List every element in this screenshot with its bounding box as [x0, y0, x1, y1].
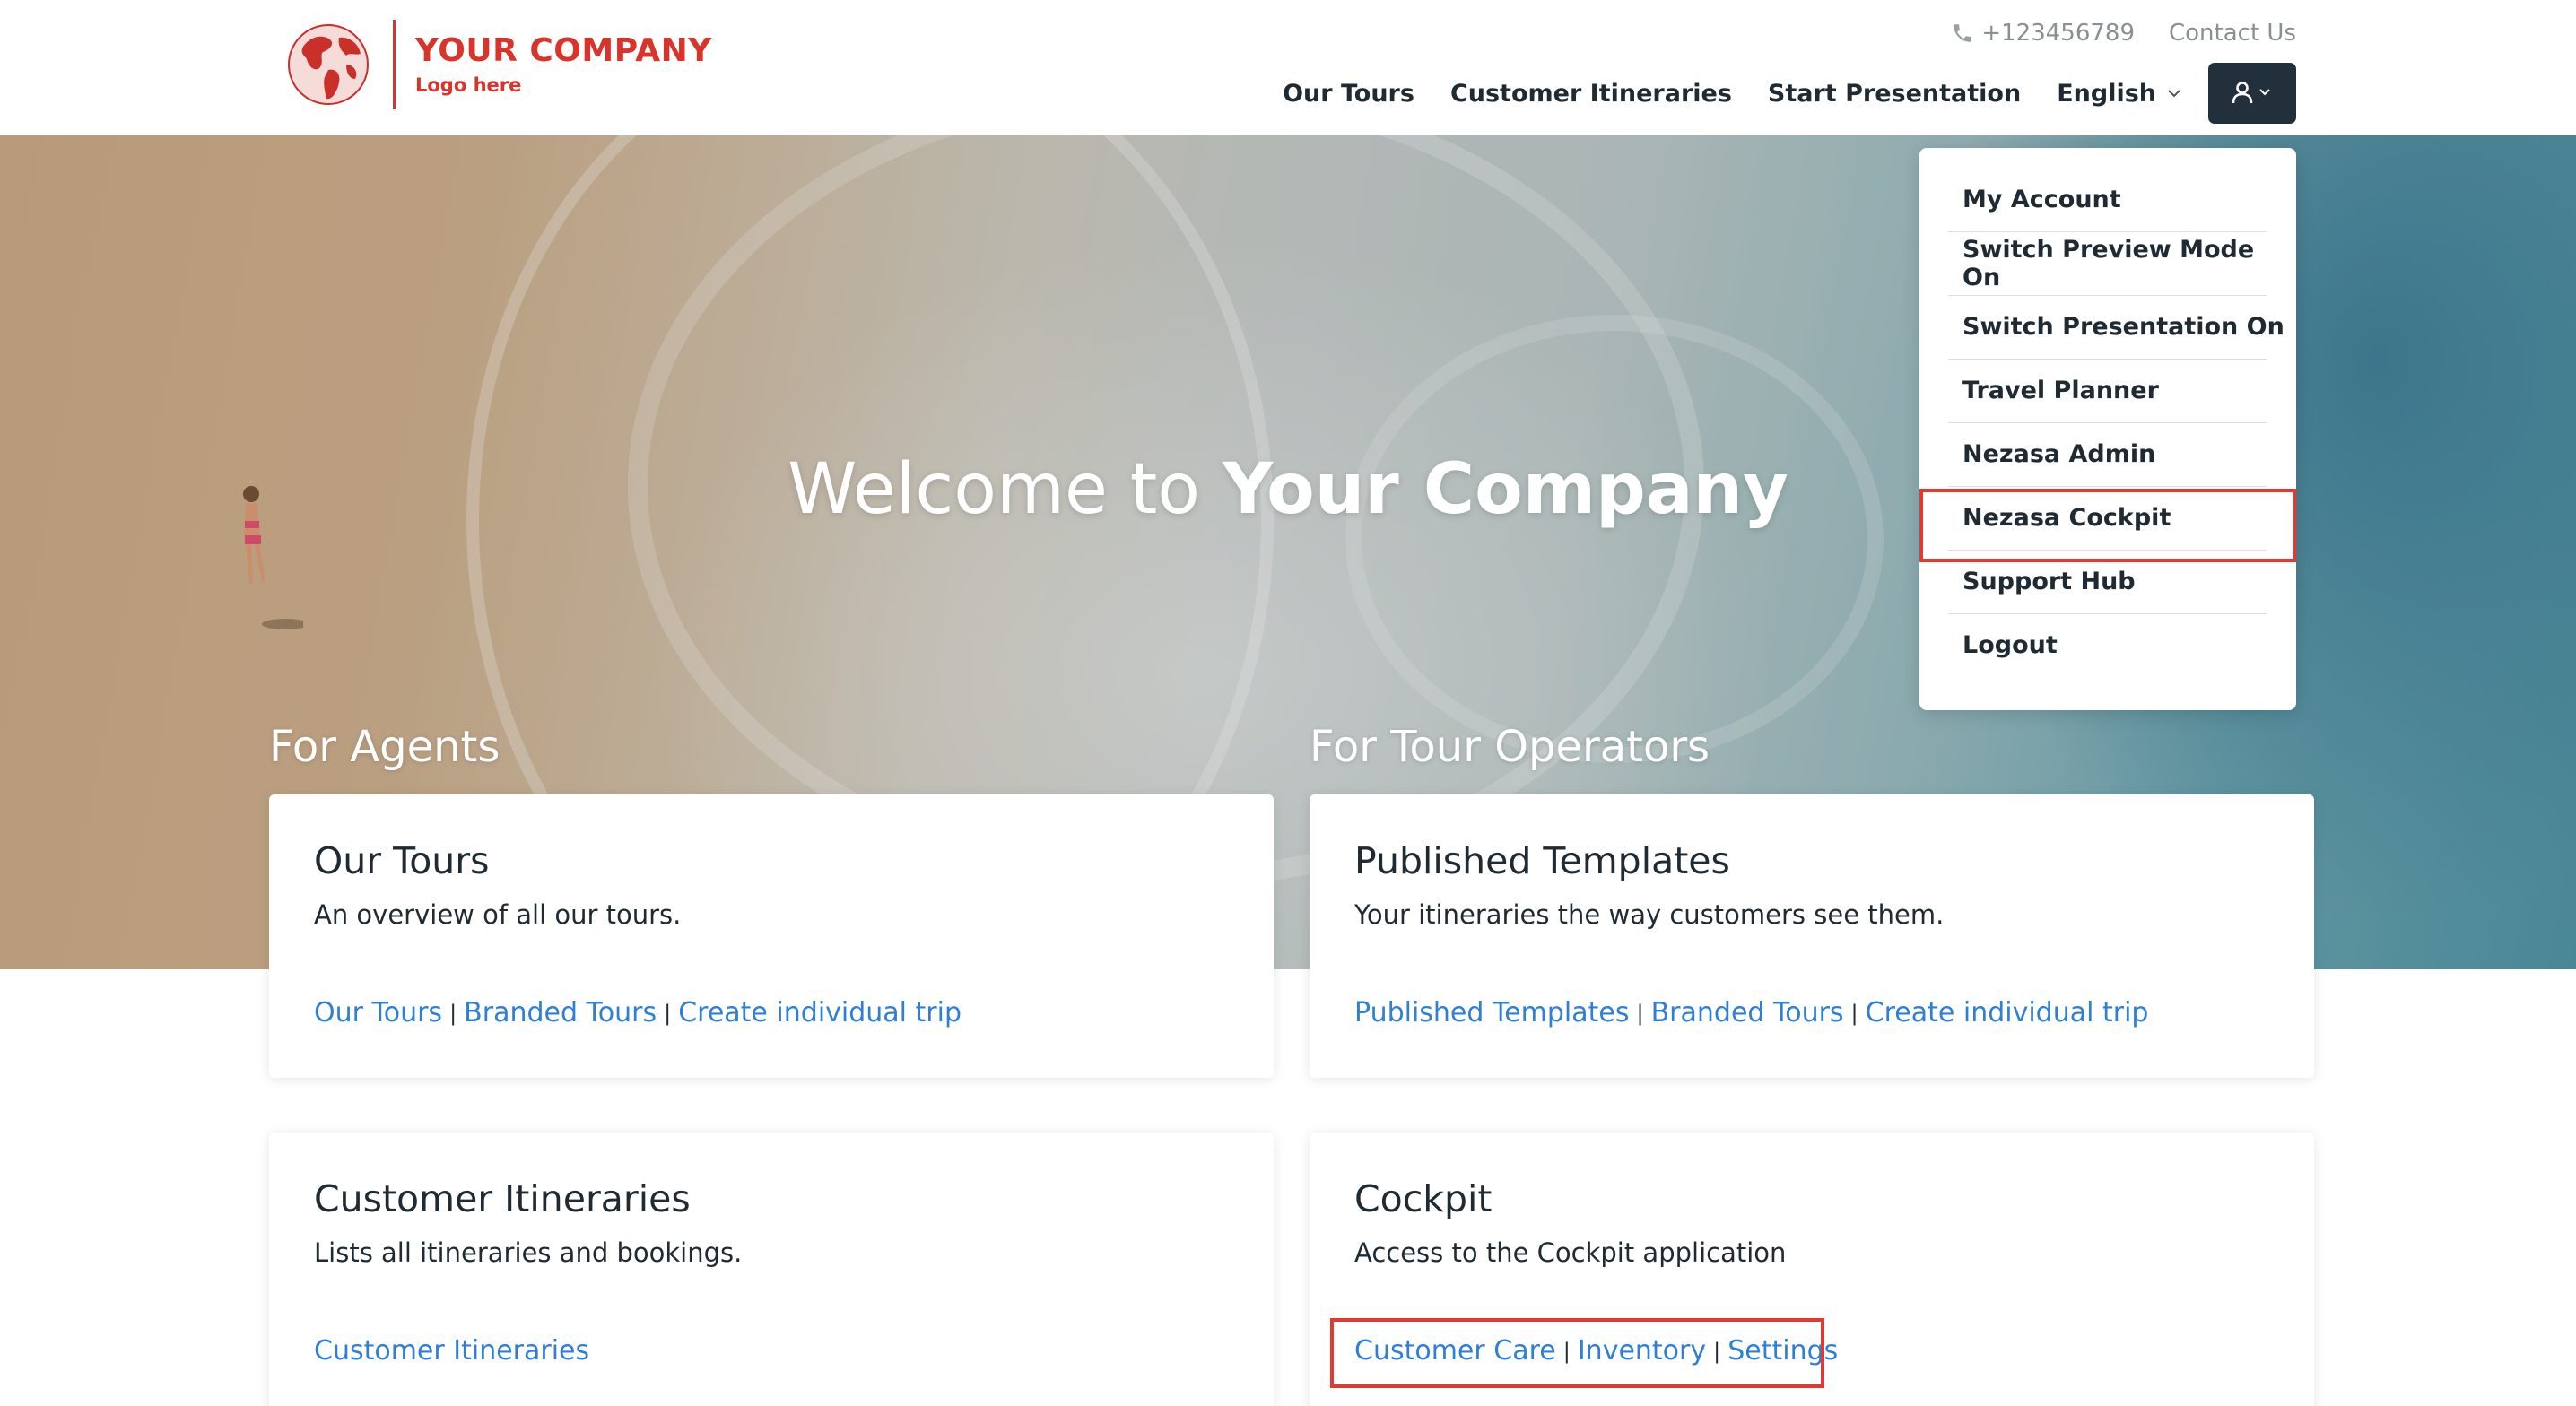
language-selector[interactable]: English	[2057, 80, 2183, 108]
link-create-individual-trip[interactable]: Create individual trip	[678, 997, 962, 1028]
user-icon	[2232, 82, 2270, 104]
user-dropdown-menu: My Account Switch Preview Mode On Switch…	[1919, 148, 2296, 710]
link-customer-itineraries[interactable]: Customer Itineraries	[314, 1335, 589, 1367]
user-menu-button[interactable]	[2208, 63, 2296, 124]
menu-travel-planner[interactable]: Travel Planner	[1919, 359, 2296, 422]
card-description: Lists all itineraries and bookings.	[314, 1237, 743, 1268]
section-label-agents: For Agents	[269, 722, 500, 772]
card-description: Access to the Cockpit application	[1354, 1237, 1787, 1268]
phone-link[interactable]: +123456789	[1951, 20, 2135, 47]
top-contact-bar: +123456789 Contact Us	[1951, 20, 2296, 47]
site-header: YOUR COMPANY Logo here +123456789 Contac…	[0, 0, 2576, 135]
card-title: Published Templates	[1354, 839, 1730, 882]
card-description: An overview of all our tours.	[314, 899, 682, 930]
language-label: English	[2057, 79, 2156, 108]
section-label-operators: For Tour Operators	[1310, 722, 1710, 772]
chevron-down-icon	[2168, 90, 2180, 98]
card-customer-itineraries: Customer Itineraries Lists all itinerari…	[269, 1133, 1274, 1406]
nav-customer-itineraries[interactable]: Customer Itineraries	[1450, 80, 1732, 108]
menu-switch-preview-mode[interactable]: Switch Preview Mode On	[1919, 231, 2296, 295]
logo-tagline: Logo here	[415, 74, 522, 96]
link-our-tours[interactable]: Our Tours	[314, 997, 442, 1028]
nav-our-tours[interactable]: Our Tours	[1283, 80, 1414, 108]
card-links: Our Tours | Branded Tours | Create individ…	[314, 997, 962, 1028]
highlight-nezasa-cockpit	[1919, 489, 2296, 562]
link-create-individual-trip[interactable]: Create individual trip	[1866, 997, 2149, 1028]
card-links: Published Templates | Branded Tours | Crea…	[1354, 997, 2148, 1028]
phone-icon	[1954, 24, 1972, 42]
link-branded-tours[interactable]: Branded Tours	[1651, 997, 1844, 1028]
company-logo[interactable]: YOUR COMPANY Logo here	[283, 20, 712, 109]
card-our-tours: Our Tours An overview of all our tours. …	[269, 794, 1274, 1078]
link-separator: |	[664, 1000, 672, 1026]
contact-us-link[interactable]: Contact Us	[2169, 20, 2296, 47]
logo-company-name: YOUR COMPANY	[415, 31, 712, 69]
menu-logout[interactable]: Logout	[1919, 613, 2296, 677]
link-branded-tours[interactable]: Branded Tours	[464, 997, 657, 1028]
nav-start-presentation[interactable]: Start Presentation	[1768, 80, 2021, 108]
phone-number: +123456789	[1981, 20, 2135, 47]
logo-divider	[393, 20, 396, 109]
main-nav: Our Tours Customer Itineraries Start Pre…	[1247, 63, 2296, 124]
card-title: Customer Itineraries	[314, 1177, 691, 1220]
menu-switch-presentation[interactable]: Switch Presentation On	[1919, 295, 2296, 359]
menu-my-account[interactable]: My Account	[1919, 168, 2296, 231]
menu-nezasa-admin[interactable]: Nezasa Admin	[1919, 422, 2296, 486]
hero-title-bold: Your Company	[1222, 449, 1788, 530]
card-title: Cockpit	[1354, 1177, 1493, 1220]
card-description: Your itineraries the way customers see t…	[1354, 899, 1945, 930]
link-separator: |	[1850, 1000, 1858, 1026]
link-separator: |	[449, 1000, 457, 1026]
card-links: Customer Itineraries	[314, 1335, 589, 1367]
highlight-cockpit-links	[1330, 1318, 1824, 1388]
link-published-templates[interactable]: Published Templates	[1354, 997, 1630, 1028]
card-title: Our Tours	[314, 839, 490, 882]
card-published-templates: Published Templates Your itineraries the…	[1310, 794, 2314, 1078]
hero-title-prefix: Welcome to	[788, 449, 1201, 530]
link-separator: |	[1636, 1000, 1644, 1026]
globe-icon	[288, 24, 369, 105]
